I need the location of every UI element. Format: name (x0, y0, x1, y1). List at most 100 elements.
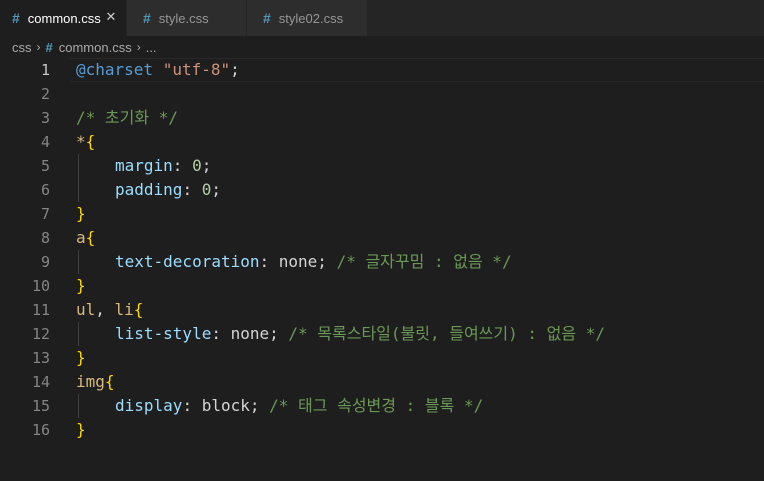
line-number: 11 (31, 301, 50, 319)
tab-style02-css[interactable]: # style02.css (247, 0, 368, 36)
code-line[interactable]: 10} (0, 274, 764, 298)
token-punc: : (182, 180, 202, 199)
tab-label: common.css (27, 10, 101, 26)
breadcrumb-file[interactable]: common.css (59, 40, 132, 55)
line-content: a{ (76, 226, 95, 250)
line-number: 2 (40, 85, 50, 103)
token-brace: { (133, 300, 144, 319)
token-punc: ; (269, 324, 289, 343)
token-punc: , (95, 300, 115, 319)
token-com: /* 글자꾸밈 : 없음 */ (336, 252, 512, 271)
code-line[interactable]: 5 margin: 0; (0, 154, 764, 178)
token-prop: list-style (115, 324, 212, 343)
code-line[interactable]: 16} (0, 418, 764, 442)
line-content: display: block; /* 태그 속성변경 : 블록 */ (76, 394, 483, 418)
token-punc: ; (317, 252, 337, 271)
token-num: 0 (201, 180, 212, 199)
chevron-right-icon: › (36, 40, 41, 54)
token-punc: ; (211, 180, 221, 199)
code-editor: # common.css ✕ # style.css # style02.css… (0, 0, 764, 481)
token-num: 0 (192, 156, 202, 175)
code-line[interactable]: 13} (0, 346, 764, 370)
line-content: margin: 0; (76, 154, 211, 178)
code-line[interactable]: 12 list-style: none; /* 목록스타일(불릿, 들여쓰기) :… (0, 322, 764, 346)
line-content: /* 초기화 */ (76, 106, 178, 130)
tab-style-css[interactable]: # style.css (127, 0, 247, 36)
line-number: 13 (31, 349, 50, 367)
token-val (153, 60, 163, 79)
token-punc: : (172, 156, 193, 175)
token-punc: ; (249, 396, 270, 415)
code-line[interactable]: 6 padding: 0; (0, 178, 764, 202)
line-number: 8 (40, 229, 50, 247)
token-brace: } (76, 276, 86, 295)
tab-common-css[interactable]: # common.css ✕ (0, 0, 127, 36)
breadcrumb-folder[interactable]: css (12, 40, 32, 55)
line-number: 7 (40, 205, 50, 223)
line-content: padding: 0; (76, 178, 221, 202)
line-content: } (76, 202, 86, 226)
code-line[interactable]: 15 display: block; /* 태그 속성변경 : 블록 */ (0, 394, 764, 418)
token-sel: a (76, 228, 86, 247)
token-val: block (201, 396, 250, 415)
line-number: 10 (31, 277, 50, 295)
token-punc: ; (230, 60, 240, 79)
token-sel: img (76, 372, 105, 391)
line-content: } (76, 418, 86, 442)
token-brace: { (85, 228, 96, 247)
code-area[interactable]: 1 @charset "utf-8"; 2 3/* 초기화 */4 *{5 margin:… (0, 58, 764, 442)
token-brace: } (76, 420, 86, 439)
tab-bar: # common.css ✕ # style.css # style02.css (0, 0, 764, 36)
token-punc: : (259, 252, 279, 271)
token-val: none (230, 324, 270, 343)
line-number: 16 (31, 421, 50, 439)
code-line[interactable]: 11 ul, li{ (0, 298, 764, 322)
code-line[interactable]: 1 @charset "utf-8"; (0, 58, 764, 82)
code-line[interactable]: 2 (0, 82, 764, 106)
breadcrumb-more[interactable]: ... (146, 40, 157, 55)
tab-label: style02.css (278, 10, 344, 26)
token-sel: ul (76, 300, 96, 319)
line-content: img{ (76, 370, 115, 394)
token-sel: * (76, 132, 86, 151)
css-file-icon: # (12, 10, 20, 26)
line-number: 9 (40, 253, 50, 271)
tab-label: style.css (158, 10, 209, 26)
close-icon[interactable]: ✕ (104, 10, 118, 24)
token-prop: display (115, 396, 183, 415)
token-com: /* 목록스타일(불릿, 들여쓰기) : 없음 */ (288, 324, 605, 343)
token-com: /* 초기화 */ (76, 108, 178, 127)
line-number: 6 (40, 181, 50, 199)
token-prop: text-decoration (115, 252, 260, 271)
line-content: list-style: none; /* 목록스타일(불릿, 들여쓰기) : 없… (76, 322, 605, 346)
css-file-icon: # (263, 10, 271, 26)
code-line[interactable]: 14 img{ (0, 370, 764, 394)
token-prop: padding (115, 180, 183, 199)
line-content: } (76, 274, 86, 298)
line-number: 14 (31, 373, 50, 391)
token-prop: margin (115, 156, 173, 175)
line-content: } (76, 346, 86, 370)
token-brace: } (76, 348, 86, 367)
css-file-icon: # (45, 39, 53, 55)
line-number: 5 (40, 157, 50, 175)
line-number: 1 (40, 61, 50, 79)
line-number: 4 (40, 133, 50, 151)
code-line[interactable]: 7} (0, 202, 764, 226)
chevron-right-icon: › (136, 40, 141, 54)
line-content: text-decoration: none; /* 글자꾸밈 : 없음 */ (76, 250, 512, 274)
code-line[interactable]: 8 a{ (0, 226, 764, 250)
token-sel: li (114, 300, 134, 319)
token-at: @charset (76, 60, 154, 79)
token-str: "utf-8" (162, 60, 231, 79)
token-com: /* 태그 속성변경 : 블록 */ (269, 396, 484, 415)
code-line[interactable]: 3 /* 초기화 */ (0, 106, 764, 130)
line-number: 3 (40, 109, 50, 127)
token-brace: { (85, 132, 96, 151)
line-content: ul, li{ (76, 298, 143, 322)
token-punc: : (182, 396, 202, 415)
token-brace: } (76, 204, 86, 223)
code-line[interactable]: 4 *{ (0, 130, 764, 154)
code-line[interactable]: 9 text-decoration: none; /* 글자꾸밈 : 없음 */ (0, 250, 764, 274)
css-file-icon: # (143, 10, 151, 26)
